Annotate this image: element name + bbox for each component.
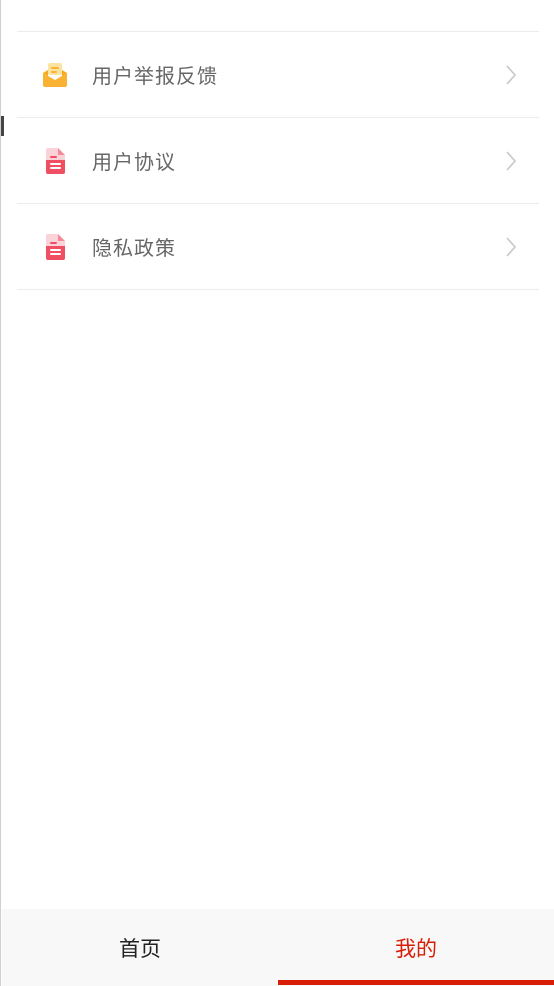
menu-item-label: 隐私政策 — [92, 236, 176, 260]
profile-screen: 用户举报反馈 用户协议 隐私政策 首页 我的 — [0, 0, 554, 986]
tab-mine-label: 我的 — [395, 936, 437, 961]
chevron-right-icon — [506, 236, 517, 257]
settings-menu: 用户举报反馈 用户协议 隐私政策 — [17, 0, 539, 290]
chevron-right-icon — [506, 150, 517, 171]
menu-top-divider — [17, 0, 539, 32]
bottom-tab-bar: 首页 我的 — [2, 909, 554, 986]
menu-item-label: 用户协议 — [92, 150, 176, 174]
menu-item-privacy-policy[interactable]: 隐私政策 — [17, 204, 539, 290]
tab-home[interactable]: 首页 — [2, 909, 278, 986]
document-icon — [41, 233, 69, 261]
chevron-right-icon — [506, 64, 517, 85]
tab-mine[interactable]: 我的 — [278, 909, 554, 986]
active-tab-indicator — [278, 980, 554, 985]
edge-mark — [1, 116, 4, 136]
menu-item-report-feedback[interactable]: 用户举报反馈 — [17, 32, 539, 118]
tab-home-label: 首页 — [119, 936, 161, 961]
mail-icon — [41, 61, 69, 89]
document-icon — [41, 147, 69, 175]
menu-item-user-agreement[interactable]: 用户协议 — [17, 118, 539, 204]
menu-item-label: 用户举报反馈 — [92, 64, 218, 88]
